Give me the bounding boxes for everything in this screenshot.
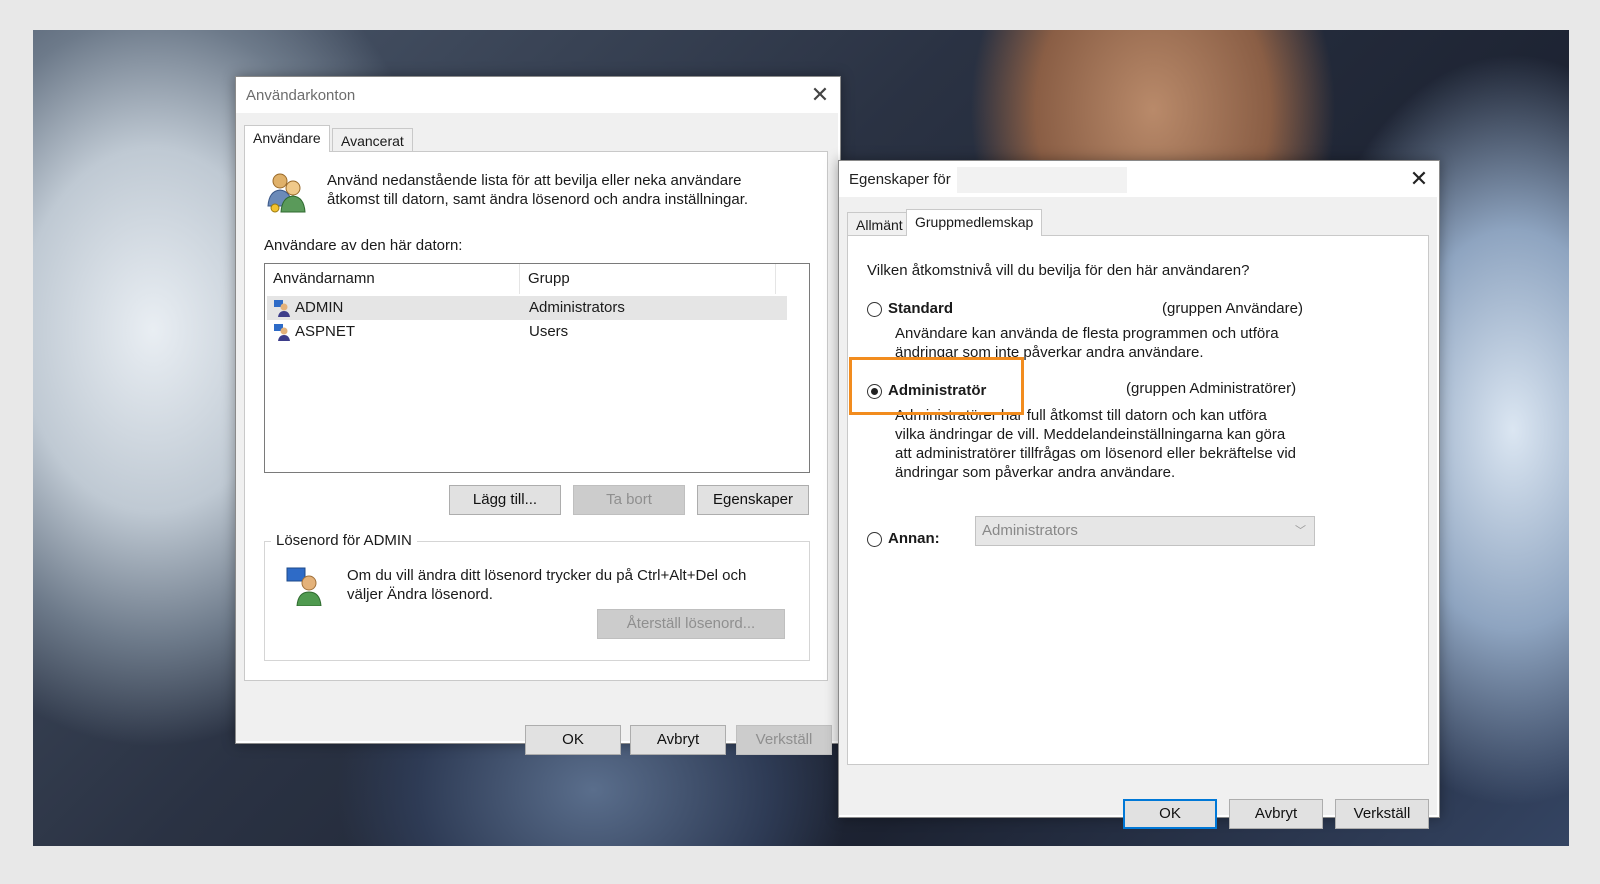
close-icon[interactable]: ✕ — [806, 81, 834, 109]
password-text-line-1: Om du vill ändra ditt lösenord trycker d… — [347, 567, 747, 584]
apply-button[interactable]: Verkställ — [736, 725, 832, 755]
user-icon — [274, 324, 290, 341]
standard-label[interactable]: Standard — [888, 300, 953, 317]
column-header-group[interactable]: Grupp — [520, 264, 776, 294]
reset-password-button[interactable]: Återställ lösenord... — [597, 609, 785, 639]
ok-button[interactable]: OK — [525, 725, 621, 755]
standard-radio[interactable] — [867, 302, 882, 317]
other-group-value: Administrators — [982, 522, 1078, 539]
password-text-line-2: väljer Ändra lösenord. — [347, 586, 493, 603]
access-question: Vilken åtkomstnivå vill du bevilja för d… — [867, 262, 1250, 279]
administrator-desc-line-2: vilka ändringar de vill. Meddelandeinstä… — [895, 426, 1286, 443]
group-membership-panel: Vilken åtkomstnivå vill du bevilja för d… — [847, 235, 1429, 765]
standard-desc-line-1: Användare kan använda de flesta programm… — [895, 325, 1279, 342]
row-group: Administrators — [529, 299, 625, 316]
cancel-button[interactable]: Avbryt — [1229, 799, 1323, 829]
properties-button[interactable]: Egenskaper — [697, 485, 809, 515]
user-icon — [274, 300, 290, 317]
standard-group: (gruppen Användare) — [1162, 300, 1303, 317]
user-key-icon — [286, 567, 322, 606]
other-group-select[interactable]: Administrators ﹀ — [975, 516, 1315, 546]
row-username: ASPNET — [295, 323, 356, 340]
users-tab-panel: Använd nedanstående lista för att bevilj… — [244, 151, 828, 681]
administrator-desc-line-4: ändringar som påverkar andra användare. — [895, 464, 1176, 481]
row-username: ADMIN — [295, 299, 344, 316]
administrator-group: (gruppen Administratörer) — [1126, 380, 1297, 397]
dialog-body: Användare Avancerat Använd nedanstående … — [236, 113, 838, 755]
other-label[interactable]: Annan: — [888, 530, 940, 547]
close-icon[interactable]: ✕ — [1405, 165, 1433, 193]
password-group-title: Lösenord för ADMIN — [271, 532, 417, 549]
row-group: Users — [529, 323, 569, 340]
intro-line-1: Använd nedanstående lista för att bevilj… — [327, 172, 742, 189]
ok-button[interactable]: OK — [1123, 799, 1217, 829]
tab-advanced[interactable]: Avancerat — [332, 128, 413, 152]
users-list[interactable]: Användarnamn Grupp ADMIN Administrators — [264, 263, 810, 473]
chevron-down-icon: ﹀ — [1295, 525, 1306, 537]
tab-users[interactable]: Användare — [244, 125, 330, 152]
redacted-username — [957, 167, 1127, 193]
table-row-aspnet[interactable]: ASPNET Users — [267, 320, 787, 344]
window-title: Egenskaper för — [849, 171, 951, 188]
administrator-highlight-box — [849, 357, 1024, 415]
add-user-button[interactable]: Lägg till... — [449, 485, 561, 515]
title-bar[interactable]: Användarkonton ✕ — [236, 77, 840, 113]
column-header-username[interactable]: Användarnamn — [265, 264, 520, 294]
administrator-desc-line-3: att administratörer tillfrågas om löseno… — [895, 445, 1297, 462]
other-radio[interactable] — [867, 532, 882, 547]
intro-line-2: åtkomst till datorn, samt ändra lösenord… — [327, 191, 749, 208]
window-title: Användarkonton — [246, 87, 356, 104]
properties-window: Egenskaper för ✕ Allmänt Gruppmedlemskap… — [838, 160, 1440, 829]
password-groupbox — [264, 541, 810, 661]
table-row-admin[interactable]: ADMIN Administrators — [267, 296, 787, 320]
users-list-label: Användare av den här datorn: — [264, 237, 463, 254]
users-icon — [267, 173, 306, 213]
title-bar[interactable]: Egenskaper för ✕ — [839, 161, 1439, 197]
tab-group-membership[interactable]: Gruppmedlemskap — [906, 209, 1043, 236]
remove-user-button[interactable]: Ta bort — [573, 485, 685, 515]
user-accounts-window: Användarkonton ✕ Användare Avancerat Anv… — [235, 76, 841, 755]
tab-general[interactable]: Allmänt — [847, 212, 912, 236]
cancel-button[interactable]: Avbryt — [630, 725, 726, 755]
apply-button[interactable]: Verkställ — [1335, 799, 1429, 829]
dialog-body: Allmänt Gruppmedlemskap Vilken åtkomstni… — [839, 197, 1437, 829]
